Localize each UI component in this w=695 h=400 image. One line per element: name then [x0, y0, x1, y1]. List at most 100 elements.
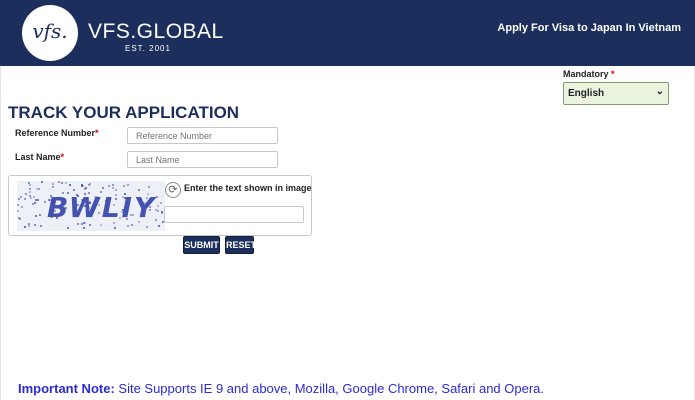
captcha-noise-dot: [84, 222, 86, 224]
captcha-noise-dot: [50, 216, 52, 218]
captcha-noise-dot: [25, 193, 27, 195]
captcha-noise-dot: [149, 206, 151, 208]
captcha-noise-dot: [122, 196, 124, 198]
captcha-noise-dot: [127, 184, 129, 186]
captcha-panel: BWLIY ⟳ Enter the text shown in image: [8, 175, 312, 236]
captcha-noise-dot: [49, 199, 51, 201]
captcha-noise-dot: [130, 214, 132, 216]
captcha-noise-dot: [51, 213, 53, 215]
captcha-noise-dot: [161, 212, 163, 214]
captcha-noise-dot: [17, 210, 19, 212]
captcha-noise-dot: [94, 196, 96, 198]
required-mark: *: [60, 152, 65, 162]
captcha-noise-dot: [24, 198, 26, 200]
captcha-noise-dot: [123, 185, 125, 187]
captcha-noise-dot: [119, 217, 121, 219]
last-name-input[interactable]: [127, 151, 278, 168]
mandatory-label: Mandatory *: [563, 69, 615, 79]
submit-button[interactable]: SUBMIT: [183, 236, 220, 254]
captcha-noise-dot: [84, 193, 86, 195]
captcha-noise-dot: [29, 188, 31, 190]
captcha-noise-dot: [112, 187, 114, 189]
captcha-noise-dot: [24, 226, 26, 228]
captcha-noise-dot: [21, 206, 23, 208]
captcha-noise-dot: [124, 197, 126, 199]
reference-number-label-text: Reference Number: [15, 128, 96, 138]
captcha-noise-dot: [125, 202, 127, 204]
last-name-label: Last Name*: [15, 152, 64, 162]
captcha-noise-dot: [65, 182, 67, 184]
captcha-noise-dot: [88, 184, 90, 186]
last-name-label-text: Last Name: [15, 152, 61, 162]
captcha-noise-dot: [96, 196, 98, 198]
captcha-noise-dot: [29, 184, 31, 186]
captcha-noise-dot: [33, 196, 35, 198]
captcha-noise-dot: [52, 202, 54, 204]
captcha-noise-dot: [81, 184, 83, 186]
refresh-captcha-icon[interactable]: ⟳: [165, 182, 181, 198]
captcha-noise-dot: [61, 182, 63, 184]
captcha-noise-dot: [102, 187, 104, 189]
captcha-noise-dot: [115, 189, 117, 191]
captcha-noise-dot: [100, 191, 102, 193]
captcha-noise-dot: [88, 207, 90, 209]
captcha-noise-dot: [114, 227, 116, 229]
captcha-noise-dot: [157, 205, 159, 207]
captcha-noise-dot: [127, 225, 129, 227]
captcha-noise-dot: [106, 206, 108, 208]
captcha-noise-dot: [77, 223, 79, 225]
captcha-noise-dot: [158, 225, 160, 227]
captcha-image-text: BWLIY: [47, 191, 157, 224]
captcha-noise-dot: [73, 189, 75, 191]
captcha-noise-dot: [132, 214, 134, 216]
captcha-noise-dot: [129, 197, 131, 199]
captcha-noise-dot: [131, 224, 133, 226]
captcha-noise-dot: [89, 202, 91, 204]
captcha-noise-dot: [113, 222, 115, 224]
captcha-noise-dot: [44, 201, 46, 203]
captcha-noise-dot: [115, 194, 117, 196]
brand-name: VFS.GLOBAL: [88, 20, 224, 43]
captcha-noise-dot: [77, 204, 79, 206]
important-note-heading: Important Note:: [18, 381, 115, 396]
captcha-noise-dot: [39, 214, 41, 216]
captcha-noise-dot: [146, 197, 148, 199]
page-title: TRACK YOUR APPLICATION: [8, 103, 240, 122]
chevron-down-icon: ⌄: [655, 86, 664, 97]
captcha-noise-dot: [88, 192, 90, 194]
captcha-noise-dot: [124, 193, 126, 195]
captcha-noise-dot: [126, 211, 128, 213]
captcha-noise-dot: [157, 210, 159, 212]
captcha-noise-dot: [57, 197, 59, 199]
captcha-noise-dot: [38, 188, 40, 190]
captcha-noise-dot: [81, 199, 83, 201]
captcha-noise-dot: [155, 209, 157, 211]
captcha-noise-dot: [82, 202, 84, 204]
captcha-noise-dot: [53, 200, 55, 202]
captcha-label: Enter the text shown in image: [184, 183, 312, 193]
captcha-noise-dot: [52, 186, 54, 188]
captcha-noise-dot: [138, 189, 140, 191]
reset-button[interactable]: RESET: [225, 236, 256, 254]
captcha-noise-dot: [34, 202, 36, 204]
brand-established: EST. 2001: [125, 44, 171, 53]
captcha-noise-dot: [98, 204, 100, 206]
vfs-logo[interactable]: vfs.: [22, 5, 78, 61]
captcha-noise-dot: [149, 209, 151, 211]
captcha-noise-dot: [17, 204, 19, 206]
captcha-noise-dot: [54, 210, 56, 212]
captcha-noise-dot: [30, 197, 32, 199]
captcha-noise-dot: [77, 195, 79, 197]
captcha-noise-dot: [81, 223, 83, 225]
captcha-noise-dot: [138, 221, 140, 223]
captcha-noise-dot: [160, 202, 162, 204]
captcha-noise-dot: [67, 192, 69, 194]
captcha-noise-dot: [94, 206, 96, 208]
language-select[interactable]: English ⌄: [563, 82, 669, 105]
captcha-input[interactable]: [164, 206, 304, 223]
captcha-noise-dot: [19, 218, 21, 220]
captcha-noise-dot: [41, 181, 43, 183]
reference-number-input[interactable]: [127, 127, 278, 144]
captcha-noise-dot: [56, 217, 58, 219]
captcha-noise-dot: [143, 202, 145, 204]
